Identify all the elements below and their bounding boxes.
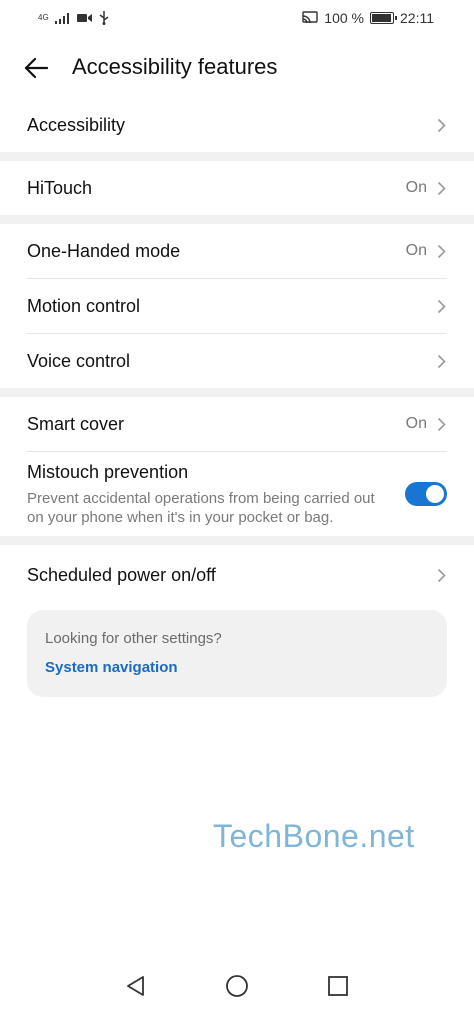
row-voice-control[interactable]: Voice control [0,334,474,388]
row-label: Voice control [27,350,131,371]
nav-home-button[interactable] [223,972,251,1000]
clock: 22:11 [400,10,434,26]
section-divider [0,215,474,224]
system-navigation-link[interactable]: System navigation [45,659,429,676]
circle-home-icon [226,975,248,997]
status-bar: 4G 100 % 22:11 [0,0,474,36]
watermark: TechBone.net [213,818,415,854]
network-type: 4G [38,13,49,22]
usb-icon [99,11,109,25]
battery-percent: 100 % [324,10,364,26]
back-button[interactable] [22,54,50,82]
row-label: Scheduled power on/off [27,564,216,585]
section-divider [0,388,474,397]
suggestion-question: Looking for other settings? [45,630,222,647]
status-right: 100 % 22:11 [302,10,434,26]
row-value: On [405,179,427,196]
nav-back-button[interactable] [122,972,150,1000]
back-arrow-icon [24,57,48,79]
cast-icon [302,11,318,24]
triangle-back-icon [127,976,144,996]
signal-icon [54,13,69,24]
suggestion-card: Looking for other settings? System navig… [27,610,447,697]
row-label: HiTouch [27,177,93,198]
row-label: One-Handed mode [27,240,181,261]
row-value: On [405,242,427,259]
section-divider [0,152,474,161]
chevron-right-icon [435,243,447,259]
toggle-knob [426,485,444,503]
row-hitouch[interactable]: HiTouch On [0,161,474,215]
video-camera-icon [76,14,92,22]
chevron-right-icon [435,298,447,314]
row-mistouch-prevention[interactable]: Mistouch prevention Prevent accidental o… [0,452,474,536]
row-value: On [405,415,427,432]
chevron-right-icon [435,416,447,432]
row-one-handed-mode[interactable]: One-Handed mode On [0,224,474,278]
chevron-right-icon [435,117,447,133]
status-left: 4G [38,11,109,25]
mistouch-toggle[interactable] [405,482,447,506]
settings-list: Accessibility HiTouch On One-Handed mode… [0,98,474,605]
row-scheduled-power[interactable]: Scheduled power on/off [0,545,474,605]
row-label: Accessibility [27,114,126,135]
row-motion-control[interactable]: Motion control [0,279,474,333]
row-label: Motion control [27,295,141,316]
row-label: Mistouch prevention [27,461,189,482]
row-accessibility[interactable]: Accessibility [0,98,474,152]
app-bar: Accessibility features [0,40,474,96]
battery-icon [370,12,397,24]
navigation-bar [0,958,474,1014]
row-smart-cover[interactable]: Smart cover On [0,397,474,451]
chevron-right-icon [435,567,447,583]
chevron-right-icon [435,353,447,369]
page-title: Accessibility features [72,54,278,79]
chevron-right-icon [435,180,447,196]
row-label: Smart cover [27,413,125,434]
section-divider [0,536,474,545]
row-description: Prevent accidental operations from being… [27,489,375,526]
square-recents-icon [328,976,348,996]
nav-recents-button[interactable] [324,972,352,1000]
